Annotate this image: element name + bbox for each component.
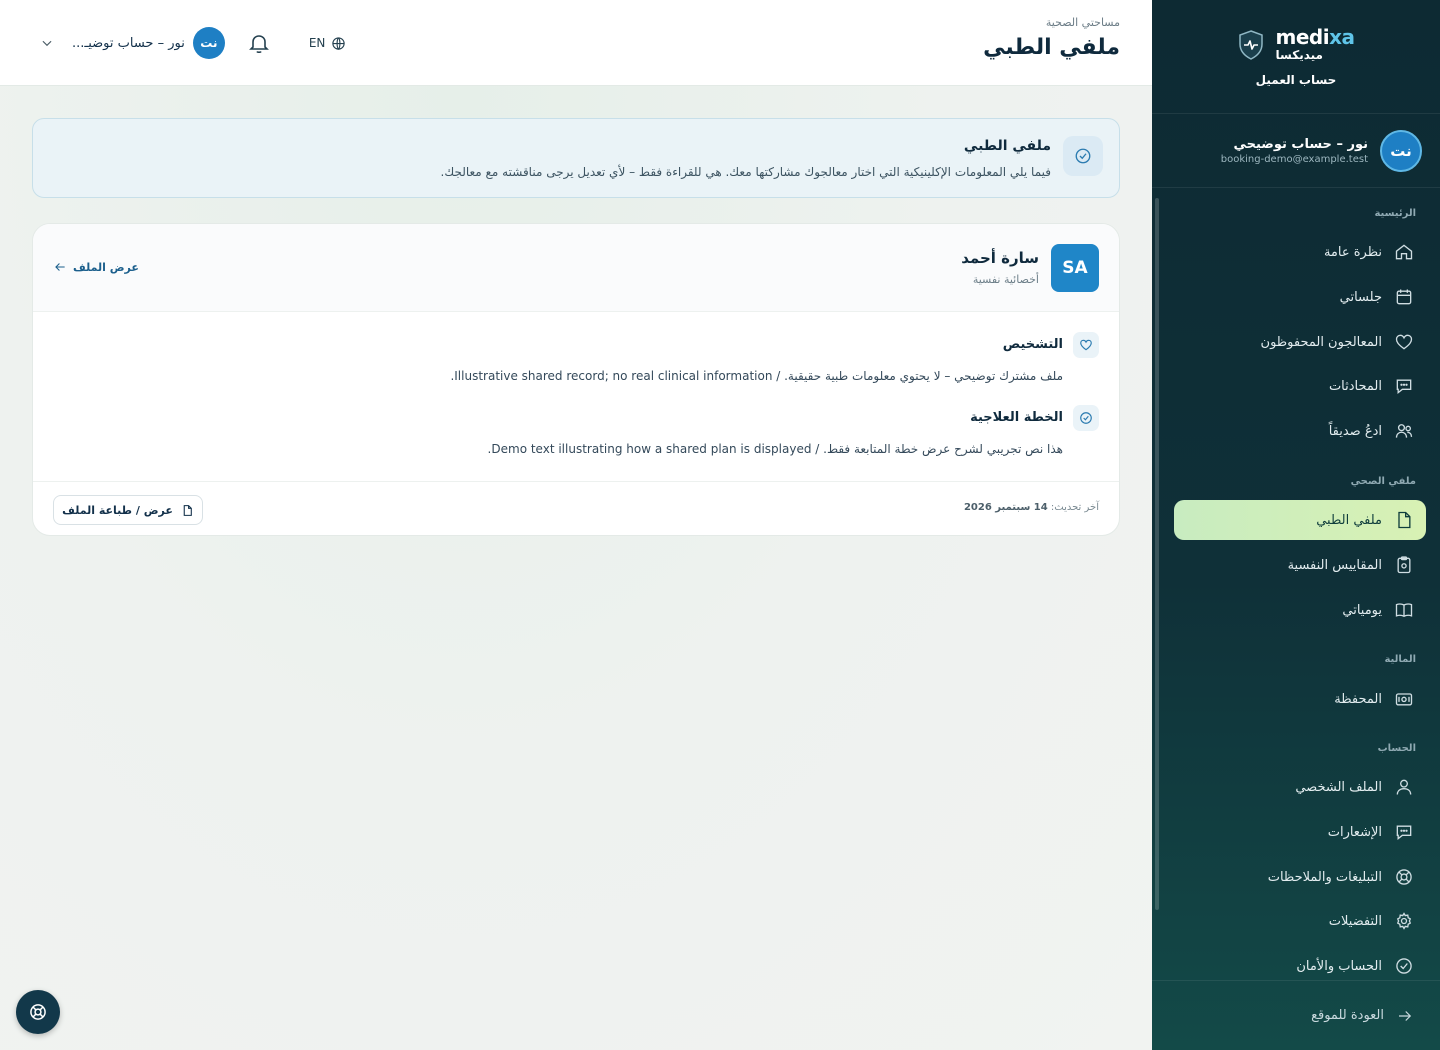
file-icon <box>183 504 192 516</box>
main-content: ملفي الطبي فيما يلي المعلومات الإكلينيكي… <box>0 86 1152 1050</box>
treatment-plan-text: هذا نص تجريبي لشرح عرض خطة المتابعة فقط.… <box>487 442 1063 456</box>
back-to-site-link[interactable]: العودة للموقع <box>1152 980 1440 1050</box>
wallet-icon <box>1395 693 1413 706</box>
globe-icon <box>332 36 346 50</box>
sidebar-item-conversations[interactable]: المحادثات <box>1174 366 1426 406</box>
sidebar-item-reports[interactable]: التبليغات والملاحظات <box>1174 857 1426 897</box>
sidebar-user-card[interactable]: نت نور – حساب توضيحي booking-demo@exampl… <box>1152 114 1440 188</box>
user-email: booking-demo@example.test <box>1220 153 1368 165</box>
page-title: ملفي الطبي <box>983 35 1120 60</box>
avatar: نت <box>192 27 225 59</box>
diagnosis-title: التشخيص <box>1002 337 1063 352</box>
diagnosis-text: ملف مشترك توضيحي – لا يحتوي معلومات طبية… <box>450 369 1063 383</box>
therapist-role: أخصائية نفسية <box>972 273 1039 286</box>
sidebar-item-profile[interactable]: الملف الشخصي <box>1174 767 1426 807</box>
sidebar-item-sessions[interactable]: جلساتي <box>1174 277 1426 317</box>
avatar: نت <box>1380 129 1422 172</box>
user-name: نور – حساب توضيحي <box>1233 136 1368 152</box>
sidebar-item-saved-therapists[interactable]: المعالجون المحفوظون <box>1174 322 1426 362</box>
sidebar-item-psych-scales[interactable]: المقاييس النفسية <box>1174 545 1426 585</box>
breadcrumb[interactable]: مساحتي الصحية <box>983 16 1120 29</box>
book-icon <box>1395 603 1413 617</box>
therapist-avatar: SA <box>1051 244 1099 292</box>
arrow-left-icon <box>55 263 65 271</box>
check-circle-icon <box>1080 412 1092 424</box>
info-banner: ملفي الطبي فيما يلي المعلومات الإكلينيكي… <box>32 118 1120 198</box>
banner-text: فيما يلي المعلومات الإكلينيكية التي اختا… <box>440 165 1051 179</box>
shared-record-card: SA سارة أحمد أخصائية نفسية عرض الملف الت… <box>32 223 1120 536</box>
brand-logo[interactable]: medixa ميديكسا <box>1238 27 1355 63</box>
nav-section-finance: المالية <box>1384 654 1416 665</box>
chevron-down-icon[interactable] <box>40 36 54 50</box>
arrow-right-icon <box>1399 1010 1412 1021</box>
user-icon <box>1396 779 1412 795</box>
nav-section-account: الحساب <box>1377 743 1416 754</box>
sidebar-item-journal[interactable]: يومياتي <box>1174 590 1426 630</box>
view-print-button[interactable]: عرض / طباعة الملف <box>53 495 203 525</box>
sidebar-item-preferences[interactable]: التفضيلات <box>1174 901 1426 941</box>
sidebar-item-wallet[interactable]: المحفظة <box>1174 679 1426 719</box>
sidebar-nav: الرئيسية نظرة عامة جلساتي المعالجون المح… <box>1152 190 1440 980</box>
user-menu-name: نور – حساب توضيـ... <box>72 35 185 51</box>
heart-icon <box>1395 334 1413 350</box>
treatment-plan-title: الخطة العلاجية <box>970 410 1063 425</box>
chat-icon <box>1396 379 1412 395</box>
sidebar-item-overview[interactable]: نظرة عامة <box>1174 232 1426 272</box>
shield-logo-icon <box>1238 29 1263 60</box>
user-menu[interactable]: نت نور – حساب توضيـ... <box>72 27 225 59</box>
clipboard-icon <box>1397 556 1411 574</box>
check-circle-icon <box>1396 958 1412 974</box>
last-updated: آخر تحديث: 14 سبتمبر 2026 <box>963 502 1099 513</box>
sidebar: medixa ميديكسا حساب العميل نت نور – حساب… <box>1152 0 1440 1050</box>
bell-icon[interactable] <box>247 31 271 55</box>
therapist-header: SA سارة أحمد أخصائية نفسية عرض الملف <box>33 224 1119 312</box>
brand-name-ar: ميديكسا <box>1275 47 1323 62</box>
sidebar-item-invite-friend[interactable]: ادعُ صديقاً <box>1174 411 1426 451</box>
card-footer: آخر تحديث: 14 سبتمبر 2026 عرض / طباعة ال… <box>33 481 1119 535</box>
check-circle-icon <box>1075 148 1091 164</box>
home-icon <box>1395 244 1413 260</box>
sidebar-item-medical-record[interactable]: ملفي الطبي <box>1174 500 1426 540</box>
sidebar-scrollbar[interactable] <box>1154 190 1160 980</box>
lifebuoy-icon <box>30 1004 46 1020</box>
account-type-label: حساب العميل <box>1255 72 1337 87</box>
brand: medixa ميديكسا حساب العميل <box>1152 0 1440 114</box>
calendar-icon <box>1396 289 1412 305</box>
banner-title: ملفي الطبي <box>963 138 1051 154</box>
nav-section-home: الرئيسية <box>1374 208 1416 219</box>
file-icon <box>1398 511 1411 529</box>
gear-icon <box>1396 912 1412 930</box>
lifebuoy-icon <box>1396 869 1412 885</box>
nav-section-health-record: ملفي الصحي <box>1350 476 1416 487</box>
users-icon <box>1395 424 1413 438</box>
sidebar-item-notifications[interactable]: الإشعارات <box>1174 812 1426 852</box>
heart-icon <box>1080 339 1092 351</box>
view-profile-link[interactable]: عرض الملف <box>53 260 139 274</box>
language-switcher[interactable]: EN <box>309 36 347 51</box>
brand-name-en: medixa <box>1275 24 1355 49</box>
message-icon <box>1396 825 1412 841</box>
therapist-name: سارة أحمد <box>961 249 1039 267</box>
help-button[interactable] <box>16 990 60 1034</box>
topbar: مساحتي الصحية ملفي الطبي EN نت نور – حسا… <box>0 0 1152 86</box>
